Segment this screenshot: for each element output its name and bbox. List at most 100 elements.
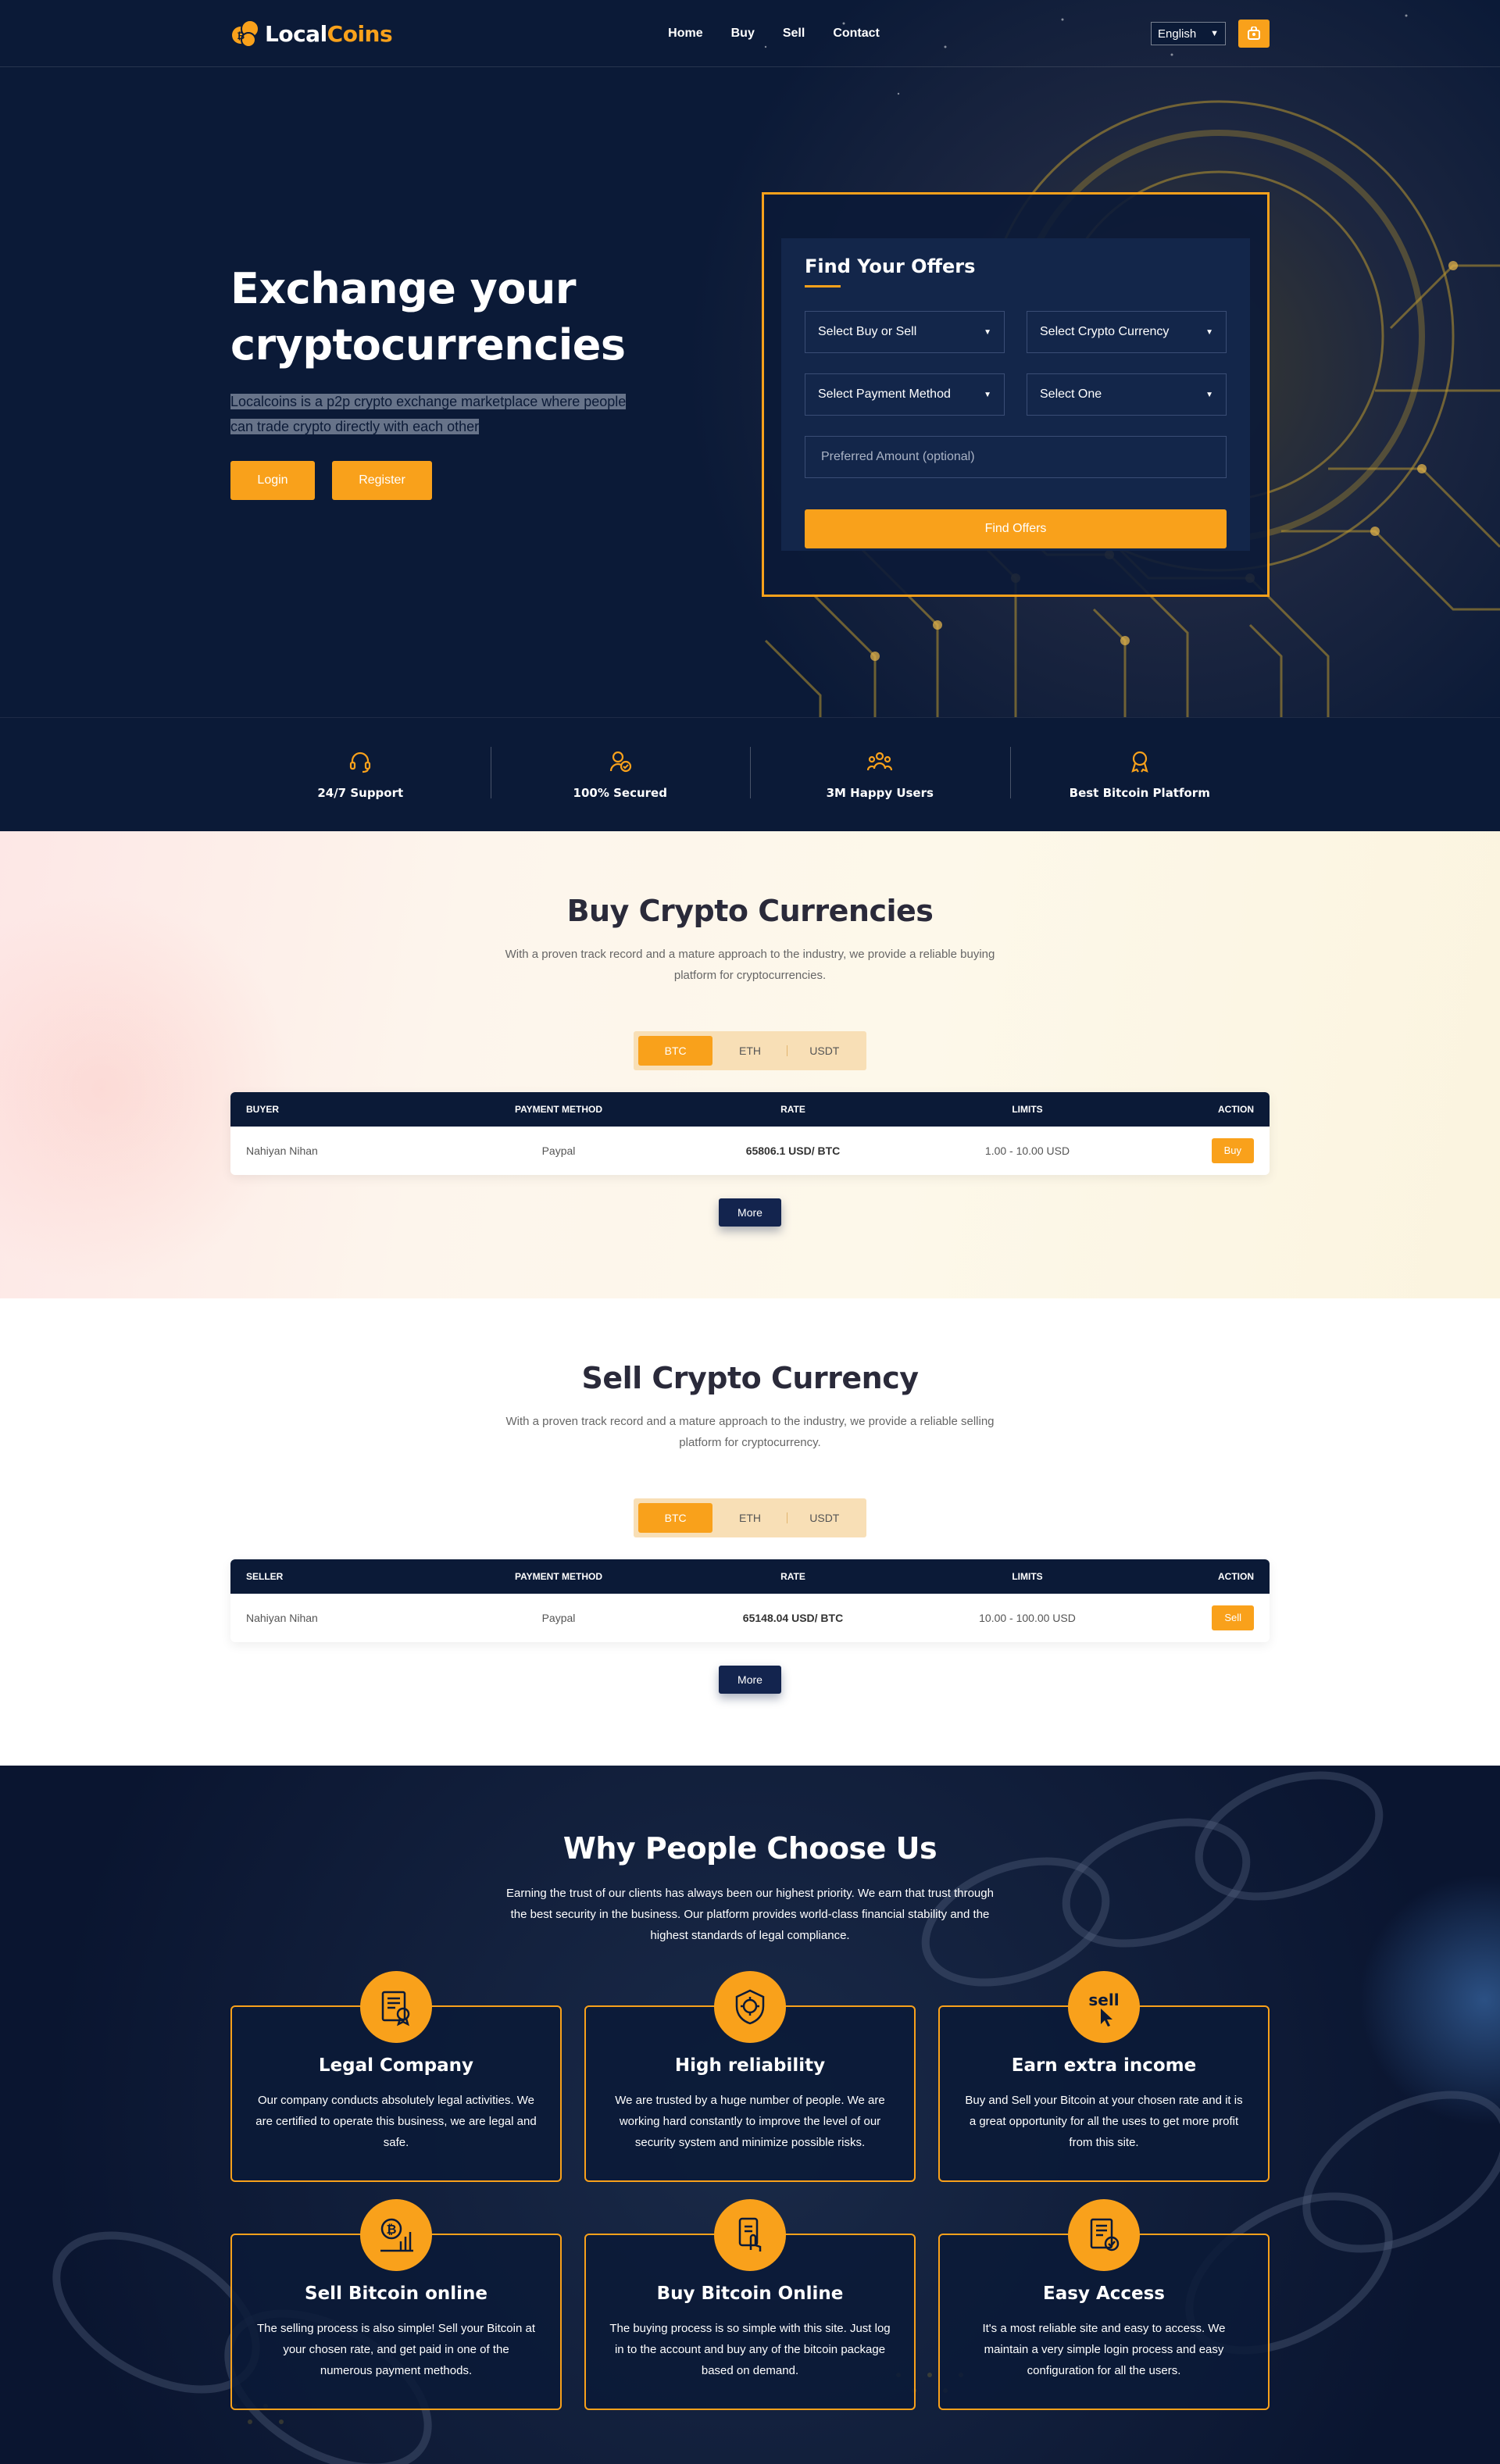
seller-name: Nahiyan Nihan (246, 1612, 318, 1624)
nav-contact[interactable]: Contact (833, 27, 880, 41)
login-button[interactable]: Login (230, 461, 315, 500)
card-icon-badge: sell (1068, 1971, 1140, 2043)
cart-icon (1248, 27, 1260, 40)
card-text: Our company conducts absolutely legal ac… (255, 2094, 537, 2149)
hero-section: ₿ Local Coins Home Buy Sell Contact Engli… (0, 0, 1500, 717)
hero-intro: Exchange your cryptocurrencies Localcoin… (230, 261, 652, 500)
table-header: Buyer Payment Method Rate Limits Action (230, 1092, 1270, 1127)
users-group-icon (867, 752, 893, 771)
buy-button[interactable]: Buy (1211, 1138, 1254, 1163)
col-seller: Seller (246, 1571, 284, 1582)
crypto-currency-select[interactable]: Select Crypto Currency ▼ (1027, 311, 1227, 353)
col-limits: Limits (1012, 1104, 1043, 1115)
payment-method: Paypal (541, 1145, 576, 1157)
card-text: We are trusted by a huge number of peopl… (615, 2094, 885, 2149)
buyer-name: Nahiyan Nihan (246, 1145, 318, 1157)
why-choose-us-section: Why People Choose Us Earning the trust o… (0, 1766, 1500, 2464)
brand-name-part1: Local (265, 20, 327, 47)
find-offers-title: Find Your Offers (805, 255, 976, 277)
reason-card-income: sell Earn extra income Buy and Sell your… (938, 1971, 1270, 2182)
card-icon-badge: ₿ (360, 2199, 432, 2271)
hero-title-line1: Exchange your (230, 264, 577, 313)
card-icon-badge (1068, 2199, 1140, 2271)
rate: 65806.1 USD/ BTC (745, 1145, 841, 1157)
tab-eth[interactable]: ETH (712, 1503, 788, 1533)
card-title: Legal Company (318, 2055, 474, 2076)
tab-usdt[interactable]: USDT (788, 1503, 862, 1533)
feature-happy-users: 3M Happy Users (750, 747, 1010, 800)
hero-description: Localcoins is a p2p crypto exchange mark… (230, 389, 652, 439)
nav-sell[interactable]: Sell (783, 27, 805, 41)
reason-card-sell-online: ₿ Sell Bitcoin online The selling proces… (230, 2199, 562, 2410)
tab-btc[interactable]: BTC (638, 1036, 713, 1066)
feature-label: 100% Secured (573, 786, 667, 800)
chevron-down-icon: ▼ (1205, 327, 1213, 337)
sell-more-button[interactable]: More (719, 1666, 781, 1694)
card-text: The selling process is also simple! Sell… (257, 2322, 535, 2377)
sell-icon-text: sell (1088, 1991, 1119, 2009)
buy-offers-table: Buyer Payment Method Rate Limits Action … (230, 1092, 1270, 1175)
decorative-glow (0, 894, 297, 1284)
card-icon-badge (360, 1971, 432, 2043)
table-row: Nahiyan Nihan Paypal 65148.04 USD/ BTC 1… (230, 1594, 1270, 1642)
register-button[interactable]: Register (332, 461, 432, 500)
payment-method-value: Select Payment Method (818, 387, 951, 401)
buy-section-title: Buy Crypto Currencies (566, 894, 934, 928)
chevron-down-icon: ▼ (1210, 29, 1219, 38)
payment-method-select[interactable]: Select Payment Method ▼ (805, 373, 1005, 416)
preferred-amount-input[interactable]: Preferred Amount (optional) (805, 436, 1227, 478)
buy-sell-value: Select Buy or Sell (818, 325, 917, 338)
col-action: Action (1218, 1104, 1254, 1115)
sell-section-title: Sell Crypto Currency (581, 1361, 919, 1395)
rate: 65148.04 USD/ BTC (742, 1612, 844, 1624)
feature-best-platform: Best Bitcoin Platform (1009, 747, 1270, 800)
col-rate: Rate (780, 1104, 805, 1115)
sell-offers-table: Seller Payment Method Rate Limits Action… (230, 1559, 1270, 1642)
language-select[interactable]: English ▼ (1151, 22, 1226, 45)
find-offers-button[interactable]: Find Offers (805, 509, 1227, 548)
card-text: Buy and Sell your Bitcoin at your chosen… (965, 2094, 1243, 2149)
buy-more-button[interactable]: More (719, 1198, 781, 1227)
nav-home[interactable]: Home (668, 27, 702, 41)
card-text: The buying process is so simple with thi… (609, 2322, 891, 2377)
svg-text:₿: ₿ (386, 2222, 396, 2237)
buy-sell-select[interactable]: Select Buy or Sell ▼ (805, 311, 1005, 353)
sell-button[interactable]: Sell (1212, 1605, 1254, 1630)
chevron-down-icon: ▼ (984, 390, 991, 399)
main-nav: Home Buy Sell Contact (668, 27, 880, 41)
buy-section-subtitle: With a proven track record and a mature … (505, 948, 995, 982)
card-icon-badge (714, 1971, 786, 2043)
feature-label: 24/7 Support (317, 786, 404, 800)
buy-crypto-section: Buy Crypto Currencies With a proven trac… (0, 831, 1500, 1298)
hero-description-text: Localcoins is a p2p crypto exchange mark… (230, 394, 627, 434)
hero-title-line2: cryptocurrencies (230, 320, 626, 370)
tab-eth[interactable]: ETH (712, 1036, 788, 1066)
circuit-background (0, 0, 1500, 717)
card-title: High reliability (674, 2055, 826, 2076)
col-payment-method: Payment Method (514, 1571, 602, 1582)
mobile-tap-icon (738, 2217, 762, 2252)
feature-support: 24/7 Support (230, 750, 491, 800)
card-title: Earn extra income (1011, 2055, 1197, 2076)
col-action: Action (1218, 1571, 1254, 1582)
nav-buy[interactable]: Buy (731, 27, 755, 41)
col-buyer: Buyer (246, 1104, 280, 1115)
language-value: English (1158, 27, 1197, 41)
title-underline (805, 285, 841, 287)
table-header: Seller Payment Method Rate Limits Action (230, 1559, 1270, 1594)
reasons-grid: Legal Company Our company conducts absol… (230, 1971, 1270, 2410)
card-text: It's a most reliable site and easy to ac… (982, 2322, 1226, 2377)
brand-logo[interactable]: ₿ Local Coins (230, 19, 393, 48)
document-check-icon (1090, 2218, 1120, 2252)
limits: 10.00 - 100.00 USD (979, 1612, 1076, 1624)
select-one-select[interactable]: Select One ▼ (1027, 373, 1227, 416)
tab-btc[interactable]: BTC (638, 1503, 713, 1533)
crypto-currency-value: Select Crypto Currency (1040, 325, 1170, 338)
card-title: Buy Bitcoin Online (656, 2284, 844, 2304)
certificate-icon (381, 1991, 410, 2027)
select-one-value: Select One (1040, 387, 1102, 401)
cart-button[interactable] (1238, 20, 1270, 48)
tab-usdt[interactable]: USDT (788, 1036, 862, 1066)
reason-card-buy-online: Buy Bitcoin Online The buying process is… (584, 2199, 916, 2410)
sell-cursor-icon: sell (1088, 1991, 1120, 2027)
